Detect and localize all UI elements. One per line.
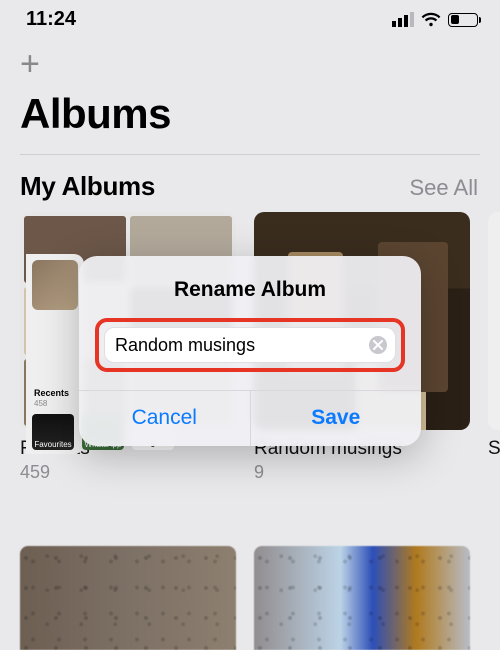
save-button[interactable]: Save (250, 391, 422, 446)
album-name-input[interactable] (115, 335, 363, 356)
input-highlight-frame (95, 318, 405, 372)
cancel-button[interactable]: Cancel (79, 391, 250, 446)
dialog-title: Rename Album (79, 256, 421, 318)
rename-album-dialog: Rename Album Cancel Save (79, 256, 421, 446)
clear-input-button[interactable] (369, 336, 387, 354)
album-name-field[interactable] (104, 327, 396, 363)
